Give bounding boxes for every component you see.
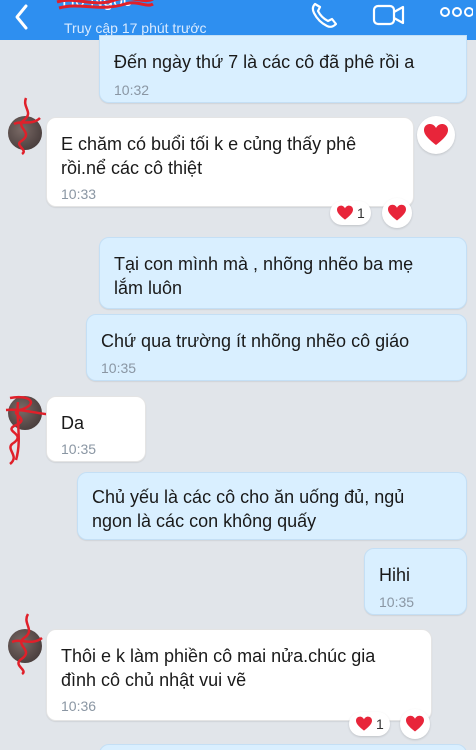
message-text-line: Thôi e k làm phiền cô mai nửa.chúc gia bbox=[61, 646, 376, 666]
message-time: 10:36 bbox=[61, 698, 97, 714]
more-options-icon[interactable] bbox=[437, 0, 473, 30]
message-text: Đến ngày thứ 7 là các cô đã phê rồi a bbox=[114, 52, 415, 72]
heart-icon bbox=[356, 716, 372, 731]
message-text-line: Chủ yếu là các cô cho ăn uống đủ, ngủ bbox=[92, 487, 405, 507]
redaction-scribble bbox=[11, 613, 43, 676]
reaction-count: 1 bbox=[357, 205, 365, 221]
video-call-icon[interactable] bbox=[372, 0, 406, 30]
message-bubble-incoming[interactable]: Thôi e k làm phiền cô mai nửa.chúc gia đ… bbox=[46, 629, 432, 721]
message-time: 10:32 bbox=[114, 82, 150, 98]
heart-reaction-button[interactable] bbox=[400, 709, 430, 739]
heart-icon bbox=[337, 205, 353, 220]
heart-icon bbox=[406, 715, 424, 732]
message-text-line: E chăm có buổi tối k e củng thấy phê bbox=[61, 134, 357, 154]
heart-reaction-button[interactable] bbox=[382, 198, 412, 228]
heart-icon bbox=[424, 124, 448, 145]
message-bubble-outgoing[interactable]: Chủ yếu là các cô cho ăn uống đủ, ngủ ng… bbox=[77, 472, 467, 540]
message-bubble-outgoing[interactable]: Tại con mình mà , nhõng nhẽo ba mẹ lắm l… bbox=[99, 237, 467, 309]
message-bubble-incoming[interactable]: E chăm có buổi tối k e củng thấy phê rồi… bbox=[46, 117, 414, 207]
redaction-scribble bbox=[13, 97, 41, 156]
last-seen-status: Truy cập 17 phút trước bbox=[64, 20, 207, 36]
message-time: 10:35 bbox=[101, 360, 137, 376]
message-text-line: đình cô chủ nhật vui vẽ bbox=[61, 670, 247, 690]
message-bubble-outgoing[interactable] bbox=[99, 744, 467, 750]
message-text-line: ngon là các con không quấy bbox=[92, 511, 317, 531]
chat-header: Ho Ngoc Truy cập 17 phút trước bbox=[0, 0, 476, 40]
phone-call-icon[interactable] bbox=[309, 0, 337, 30]
message-text: Da bbox=[61, 413, 85, 433]
message-text-line: Tại con mình mà , nhõng nhẽo ba mẹ bbox=[114, 254, 414, 274]
heart-reaction-button[interactable] bbox=[417, 116, 455, 154]
reaction-count-pill[interactable]: 1 bbox=[349, 712, 390, 736]
message-bubble-incoming[interactable]: Da 10:35 bbox=[46, 396, 146, 462]
message-time: 10:35 bbox=[61, 441, 97, 457]
message-bubble-outgoing[interactable]: Đến ngày thứ 7 là các cô đã phê rồi a 10… bbox=[99, 35, 467, 103]
message-time: 10:35 bbox=[379, 594, 415, 610]
back-arrow-icon[interactable] bbox=[10, 2, 34, 32]
redaction-scribble bbox=[56, 0, 154, 10]
message-text: Hihi bbox=[379, 565, 411, 585]
message-bubble-outgoing[interactable]: Chứ qua trường ít nhõng nhẽo cô giáo 10:… bbox=[86, 314, 467, 381]
message-time: 10:33 bbox=[61, 186, 97, 202]
message-text-line: rồi.nể các cô thiệt bbox=[61, 158, 203, 178]
reaction-count-pill[interactable]: 1 bbox=[330, 201, 371, 225]
message-text-line: lắm luôn bbox=[114, 278, 183, 298]
message-text: Chứ qua trường ít nhõng nhẽo cô giáo bbox=[101, 331, 410, 351]
heart-icon bbox=[388, 204, 406, 221]
reaction-count: 1 bbox=[376, 716, 384, 732]
message-bubble-outgoing[interactable]: Hihi 10:35 bbox=[364, 548, 467, 615]
